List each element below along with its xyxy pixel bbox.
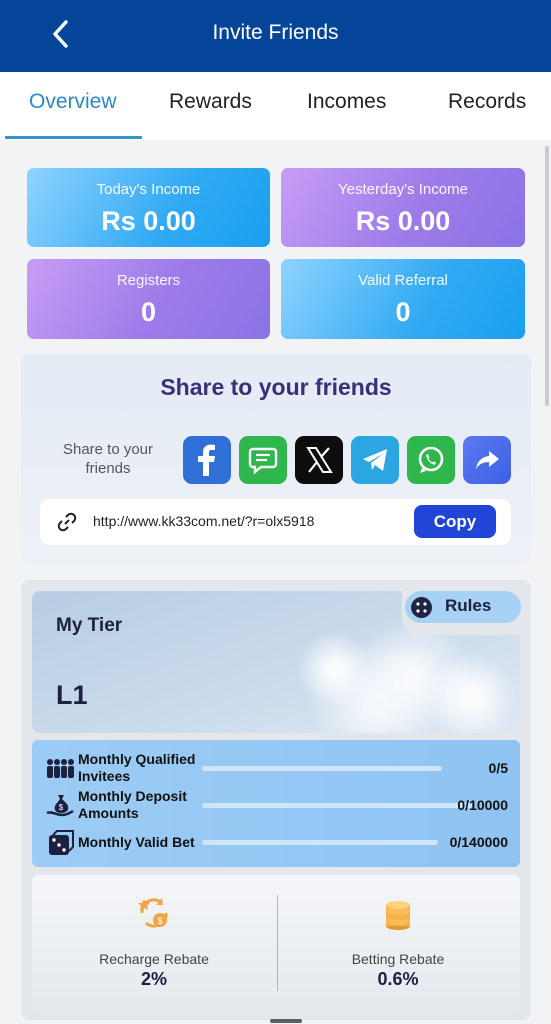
active-tab-indicator <box>5 136 142 139</box>
share-title: Share to your friends <box>160 374 392 400</box>
share-label: Share to your friends <box>62 441 154 477</box>
progress-bar-invitees <box>202 766 442 771</box>
progress-value-invitees: 0/5 <box>488 760 508 776</box>
people-icon <box>47 759 74 778</box>
x-icon <box>306 447 333 473</box>
top-bar: Invite Friends <box>0 0 551 72</box>
tab-records[interactable]: Records <box>448 90 526 114</box>
registers-label: Registers <box>116 272 181 289</box>
copy-button[interactable]: Copy <box>414 505 496 538</box>
recharge-rebate-icon: $ <box>138 898 168 928</box>
progress-bar-bet <box>202 840 438 845</box>
tier-progress-panel: Monthly Qualified Invitees 0/5 $ Monthly… <box>32 740 520 867</box>
valid-referral-value: 0 <box>395 297 411 327</box>
yesterday-income-label: Yesterday's Income <box>338 181 468 198</box>
progress-row-deposit: $ Monthly Deposit Amounts 0/10000 <box>32 787 520 823</box>
rebate-panel: $ Recharge Rebate 2% Betting Rebate 0.6% <box>32 875 520 1011</box>
svg-text:$: $ <box>59 803 64 812</box>
telegram-icon <box>363 449 387 471</box>
tier-panel: My Tier L1 Rules Monthly Qualified Invit… <box>21 580 531 1020</box>
progress-label-bet: Monthly Valid Bet <box>78 834 195 850</box>
betting-rebate-label: Betting Rebate <box>351 951 445 967</box>
registers-card: Registers 0 <box>27 259 270 339</box>
progress-bar-deposit <box>202 803 472 808</box>
share-forward-icon <box>476 451 499 469</box>
sms-icon <box>248 447 278 475</box>
whatsapp-icon <box>418 446 444 473</box>
invite-link-box: http://www.kk33com.net/?r=olx5918 Copy <box>40 499 511 545</box>
coin-stack-icon <box>386 901 410 930</box>
whatsapp-button[interactable] <box>407 436 455 484</box>
today-income-label: Today's Income <box>96 181 201 198</box>
tab-bar: Overview Rewards Incomes Records <box>0 72 551 140</box>
recharge-rebate-label: Recharge Rebate <box>99 951 209 967</box>
progress-label-invitees: Monthly Qualified Invitees <box>78 751 196 784</box>
today-income-value: Rs 0.00 <box>101 206 196 236</box>
progress-value-bet: 0/140000 <box>449 834 508 850</box>
svg-text:$: $ <box>157 916 162 926</box>
page-indicator <box>270 1019 302 1023</box>
yesterday-income-card: Yesterday's Income Rs 0.00 <box>281 168 525 247</box>
link-icon <box>57 512 77 532</box>
tab-incomes[interactable]: Incomes <box>307 90 386 114</box>
recharge-rebate-value: 2% <box>140 969 167 989</box>
progress-row-invitees: Monthly Qualified Invitees 0/5 <box>32 750 520 786</box>
facebook-button[interactable] <box>183 436 231 484</box>
progress-value-deposit: 0/10000 <box>457 797 508 813</box>
money-bag-icon: $ <box>46 795 74 817</box>
progress-label-deposit: Monthly Deposit Amounts <box>78 788 187 821</box>
today-income-card: Today's Income Rs 0.00 <box>27 168 270 247</box>
registers-value: 0 <box>140 297 157 327</box>
rules-icon <box>411 597 432 618</box>
page-title: Invite Friends <box>212 21 339 44</box>
invite-link-text[interactable]: http://www.kk33com.net/?r=olx5918 <box>93 513 314 529</box>
rules-button[interactable]: Rules <box>405 591 521 623</box>
sms-button[interactable] <box>239 436 287 484</box>
facebook-icon <box>198 444 215 476</box>
tier-level: L1 <box>56 680 88 710</box>
tab-overview[interactable]: Overview <box>29 90 117 114</box>
share-forward-button[interactable] <box>463 436 511 484</box>
valid-referral-card: Valid Referral 0 <box>281 259 525 339</box>
valid-referral-label: Valid Referral <box>358 272 448 289</box>
tier-title: My Tier <box>56 615 123 636</box>
rules-label: Rules <box>445 596 492 615</box>
betting-rebate-value: 0.6% <box>377 969 419 989</box>
yesterday-income-value: Rs 0.00 <box>355 206 451 236</box>
x-button[interactable] <box>295 436 343 484</box>
tab-rewards[interactable]: Rewards <box>169 90 252 114</box>
dice-icon <box>49 830 74 855</box>
progress-row-bet: Monthly Valid Bet 0/140000 <box>32 825 520 861</box>
scrollbar[interactable] <box>545 146 549 406</box>
telegram-button[interactable] <box>351 436 399 484</box>
share-panel: Share to your friends Share to your frie… <box>21 354 531 566</box>
